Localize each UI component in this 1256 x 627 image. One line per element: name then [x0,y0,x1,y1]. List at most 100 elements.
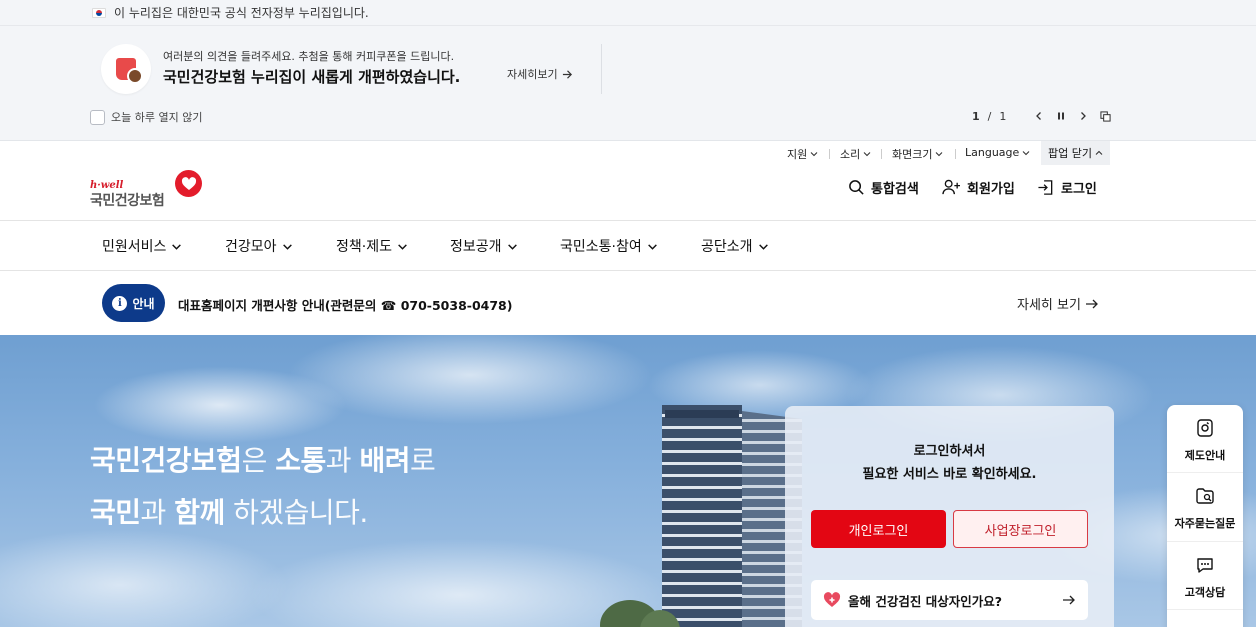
folder-search-icon [1196,488,1214,504]
next-icon[interactable] [1076,109,1090,123]
quick-item-label: 고객상담 [1184,586,1226,599]
business-login-button[interactable]: 사업장로그인 [953,510,1088,548]
notice-more-label: 자세히 보기 [1017,298,1081,313]
gnb-item-label: 정책·제도 [336,239,392,255]
notice-badge: i 안내 [102,284,165,322]
chevron-down-icon [507,243,517,250]
checkup-eligibility-link[interactable]: 올해 건강검진 대상자인가요? [811,580,1088,620]
hq-building-image [662,405,802,627]
gov-banner-text: 이 누리집은 대한민국 공식 전자정부 누리집입니다. [114,6,369,20]
pager-separator: / [987,109,992,123]
search-button[interactable]: 통합검색 [848,178,919,197]
notice-text: 대표홈페이지 개편사항 안내(관련문의 ☎ 070-5038-0478) [178,298,513,313]
quick-item-system-guide[interactable]: 제도안내 [1167,418,1243,463]
chevron-down-icon [398,243,407,250]
popup-pager: 1 / 1 [972,109,1112,123]
popup-notice: 여러분의 의견을 들려주세요. 추첨을 통해 커피쿠폰을 드립니다. 국민건강보… [0,26,1256,141]
chevron-down-icon [172,243,182,250]
hero-slogan: 국민건강보험은 소통과 배려로 국민과 함께 하겠습니다. [90,435,436,539]
gnb-item-disclosure[interactable]: 정보공개 [450,236,518,256]
util-sep [881,149,882,159]
login-msg-line1: 로그인하셔서 [913,444,986,459]
pause-icon[interactable] [1054,109,1068,123]
gnb-item-health-moa[interactable]: 건강모아 [225,236,293,256]
quick-item-label: 자주묻는질문 [1174,517,1236,530]
signup-label: 회원가입 [967,182,1015,197]
util-support[interactable]: 지원 [787,146,818,162]
gnb-item-label: 국민소통·참여 [560,239,642,255]
gnb-item-policy[interactable]: 정책·제도 [336,236,408,256]
util-language[interactable]: Language [965,146,1030,159]
chevron-down-icon [810,152,818,157]
slogan-word: 하겠습니다. [224,496,368,529]
slogan-word: 과 [140,496,175,529]
view-all-icon[interactable] [1098,109,1112,123]
notice-badge-label: 안내 [132,296,155,311]
close-popup-button[interactable]: 팝업 닫기 [1041,141,1110,165]
search-label: 통합검색 [871,182,919,197]
popup-more-label: 자세히보기 [507,68,558,81]
gnb-item-civil-service[interactable]: 민원서비스 [102,236,182,256]
pager-total: 1 [999,109,1007,123]
login-icon [1038,180,1053,195]
util-screen-size-label: 화면크기 [892,148,933,161]
signup-button[interactable]: 회원가입 [942,178,1015,197]
login-msg-line2: 필요한 서비스 바로 확인하세요. [862,467,1037,482]
chevron-down-icon [758,243,768,250]
gnb-item-about[interactable]: 공단소개 [701,236,769,256]
notice-more-link[interactable]: 자세히 보기 [1017,294,1099,313]
prev-icon[interactable] [1032,109,1046,123]
quick-item-consultation[interactable]: 고객상담 [1167,555,1243,600]
personal-login-button[interactable]: 개인로그인 [811,510,946,548]
heart-logo-icon [175,170,202,197]
gnb-item-participation[interactable]: 국민소통·참여 [560,236,658,256]
chevron-up-icon [1095,150,1103,155]
arrow-right-icon [562,69,572,79]
login-button[interactable]: 로그인 [1037,178,1097,197]
popup-more-link[interactable]: 자세히보기 [507,66,573,82]
slogan-word: 소통 [275,444,326,477]
arrow-right-icon [1063,595,1075,605]
quick-sep [1167,541,1243,542]
util-sep [829,149,830,159]
slogan-word: 배려 [359,444,410,477]
slogan-word: 국민건강보험 [90,444,242,477]
checkbox-box[interactable] [90,109,105,125]
quick-item-faq[interactable]: 자주묻는질문 [1167,486,1243,531]
notice-strip: i 안내 대표홈페이지 개편사항 안내(관련문의 ☎ 070-5038-0478… [0,271,1256,335]
heart-plus-icon [823,592,841,607]
gnb-item-label: 정보공개 [450,239,502,255]
utility-bar: 지원 소리 화면크기 Language 팝업 닫기 [0,141,1256,165]
login-card-message: 로그인하셔서 필요한 서비스 바로 확인하세요. [785,440,1114,486]
search-icon [849,180,864,195]
chevron-down-icon [647,243,657,250]
gnb-item-label: 공단소개 [701,239,753,255]
util-sep [955,149,956,159]
util-sound-label: 소리 [840,148,861,161]
util-screen-size[interactable]: 화면크기 [892,146,943,162]
chevron-down-icon [1022,150,1030,155]
logo-name: 국민건강보험 [90,193,165,209]
quick-sep [1167,472,1243,473]
util-language-label: Language [965,146,1020,159]
popup-title: 국민건강보험 누리집이 새롭게 개편하였습니다. [163,68,461,86]
dont-show-today-label: 오늘 하루 열지 않기 [111,111,203,124]
dont-show-today-checkbox[interactable]: 오늘 하루 열지 않기 [90,109,202,125]
pager-current: 1 [972,109,980,123]
user-plus-icon [942,179,960,195]
info-icon: i [112,295,128,311]
util-sound[interactable]: 소리 [840,146,871,162]
slogan-word: 함께 [174,496,225,529]
global-nav: 민원서비스 건강모아 정책·제도 정보공개 국민소통·참여 공단소개 [0,220,1256,271]
arrow-right-icon [1085,299,1098,308]
close-popup-label: 팝업 닫기 [1048,147,1092,160]
slogan-word: 로 [409,444,436,477]
slogan-word: 은 [241,444,276,477]
popup-subtitle: 여러분의 의견을 들려주세요. 추첨을 통해 커피쿠폰을 드립니다. [163,50,455,63]
site-logo[interactable]: h·well 국민건강보험 [90,170,205,210]
login-card: 로그인하셔서 필요한 서비스 바로 확인하세요. 개인로그인 사업장로그인 올해… [785,406,1114,627]
slogan-word: 국민 [90,496,141,529]
gnb-item-label: 민원서비스 [102,239,167,255]
chevron-down-icon [863,152,871,157]
hero-section: 국민건강보험은 소통과 배려로 국민과 함께 하겠습니다. 로그인하셔서 필요한… [0,335,1256,627]
